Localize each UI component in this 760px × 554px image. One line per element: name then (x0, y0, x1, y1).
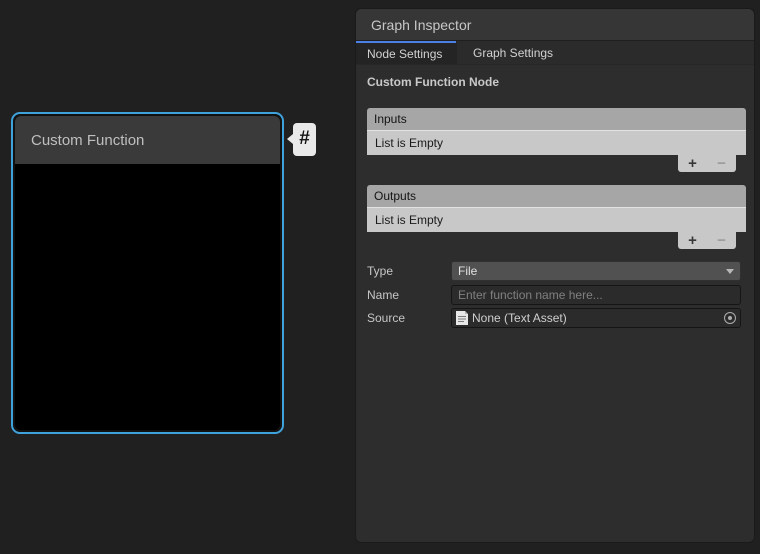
name-label: Name (367, 288, 451, 302)
text-asset-icon (456, 311, 468, 325)
outputs-list-title: Outputs (374, 189, 416, 203)
name-row: Name (367, 285, 741, 305)
tab-graph-settings[interactable]: Graph Settings (456, 41, 569, 64)
object-picker-icon[interactable] (724, 312, 736, 324)
outputs-list-header: Outputs (367, 185, 746, 208)
source-label: Source (367, 311, 451, 325)
type-row: Type File (367, 261, 741, 281)
inputs-add-button[interactable]: + (681, 156, 705, 171)
outputs-footer-box: + − (678, 232, 736, 249)
graph-inspector-panel: Graph Inspector Node Settings Graph Sett… (355, 8, 755, 543)
inputs-remove-button[interactable]: − (710, 156, 734, 171)
inputs-list-empty-row: List is Empty (367, 131, 746, 155)
tab-node-settings-label: Node Settings (367, 47, 442, 61)
inputs-empty-label: List is Empty (375, 136, 443, 150)
tab-bar: Node Settings Graph Settings (356, 41, 754, 65)
section-title: Custom Function Node (367, 75, 499, 89)
panel-header[interactable]: Graph Inspector (356, 9, 754, 41)
node-title: Custom Function (31, 132, 144, 149)
inputs-list-footer: + − (367, 155, 746, 172)
outputs-list-footer: + − (367, 232, 746, 249)
source-object-value: None (Text Asset) (472, 311, 567, 325)
inputs-footer-box: + − (678, 155, 736, 172)
node-preview-body (15, 164, 280, 430)
source-object-field[interactable]: None (Text Asset) (451, 308, 741, 328)
custom-function-node[interactable]: Custom Function (11, 112, 284, 434)
type-dropdown-value: File (458, 264, 477, 278)
hash-icon: # (293, 123, 316, 156)
outputs-empty-label: List is Empty (375, 213, 443, 227)
inputs-list: Inputs List is Empty + − (367, 108, 746, 172)
chevron-down-icon (726, 269, 734, 274)
source-row: Source None (Text Asset) (367, 308, 741, 328)
outputs-list: Outputs List is Empty + − (367, 185, 746, 249)
type-label: Type (367, 264, 451, 278)
node-header[interactable]: Custom Function (15, 116, 280, 164)
tab-graph-settings-label: Graph Settings (473, 46, 553, 60)
type-dropdown[interactable]: File (451, 261, 741, 281)
inputs-list-header: Inputs (367, 108, 746, 131)
shader-graph-canvas[interactable]: { "canvas": { "node": { "title": "Custom… (0, 0, 760, 554)
tab-node-settings[interactable]: Node Settings (356, 41, 456, 64)
inputs-list-title: Inputs (374, 112, 407, 126)
outputs-add-button[interactable]: + (681, 233, 705, 248)
function-name-input[interactable] (451, 285, 741, 305)
outputs-remove-button[interactable]: − (710, 233, 734, 248)
outputs-list-empty-row: List is Empty (367, 208, 746, 232)
panel-title: Graph Inspector (371, 17, 471, 33)
node-badge[interactable]: # (287, 122, 316, 156)
